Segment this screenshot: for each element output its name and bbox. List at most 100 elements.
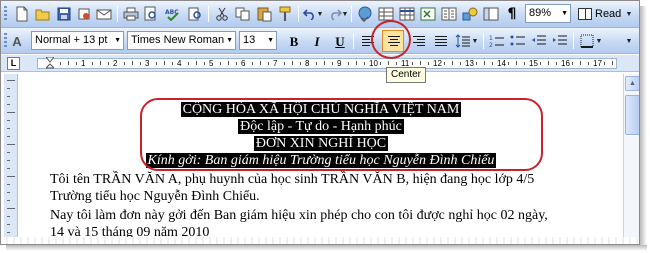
borders-icon[interactable]	[578, 32, 596, 50]
toolbar-grip[interactable]	[4, 6, 7, 22]
toolbar-options-icon[interactable]: ▼	[623, 32, 635, 50]
decrease-indent-icon[interactable]	[530, 32, 548, 50]
ruler-tick	[92, 62, 93, 65]
italic-button[interactable]: I	[308, 32, 326, 50]
hyperlink-icon[interactable]	[356, 5, 374, 23]
ruler-tick	[204, 62, 205, 65]
ruler-number: 8	[305, 59, 310, 68]
document-map-icon[interactable]	[482, 5, 500, 23]
new-doc-icon[interactable]	[13, 5, 31, 23]
ruler-tick	[572, 62, 573, 65]
ruler-tick	[7, 208, 15, 209]
ruler-tick	[7, 136, 10, 137]
body-line[interactable]: Nay tôi làm đơn này gởi đến Ban giám hiệ…	[50, 208, 548, 224]
show-hide-icon[interactable]: ¶	[503, 5, 521, 23]
spelling-icon[interactable]: ABC	[165, 5, 183, 23]
body-line[interactable]: Tôi tên TRẦN VĂN A, phụ huynh của học si…	[50, 172, 534, 188]
bold-button[interactable]: B	[285, 32, 303, 50]
ruler-tick	[356, 61, 357, 65]
ruler-number: 9	[337, 59, 342, 68]
align-right-icon[interactable]	[410, 32, 428, 50]
line-spacing-icon[interactable]	[454, 32, 472, 50]
ruler-tick	[380, 62, 381, 65]
print-icon[interactable]	[122, 5, 140, 23]
ruler-tick	[260, 61, 261, 65]
ruler-tick	[460, 62, 461, 65]
ruler-tick	[332, 62, 333, 65]
ruler-tick	[60, 62, 61, 65]
vertical-scrollbar[interactable]: ▲	[623, 74, 639, 244]
annotation-oval	[140, 98, 543, 171]
open-icon[interactable]	[34, 5, 52, 23]
ruler-tick	[132, 61, 133, 65]
save-icon[interactable]	[55, 5, 73, 23]
redo-dropdown-icon[interactable]: ▼	[341, 5, 349, 23]
line-spacing-dropdown-icon[interactable]: ▼	[471, 32, 479, 50]
scroll-up-icon[interactable]: ▲	[625, 76, 639, 91]
borders-dropdown-icon[interactable]: ▼	[595, 32, 603, 50]
ruler-tick	[364, 62, 365, 65]
print-preview-icon[interactable]	[142, 5, 160, 23]
toolbar-grip[interactable]	[4, 33, 7, 49]
ruler-tick	[604, 62, 605, 65]
ruler-tick	[428, 62, 429, 65]
ruler-number: 2	[113, 59, 118, 68]
permission-icon[interactable]	[75, 5, 93, 23]
ruler-tick	[172, 62, 173, 65]
ruler-number: 13	[465, 59, 474, 68]
paste-icon[interactable]	[255, 5, 273, 23]
toolbar-options-icon[interactable]: ▼	[623, 5, 635, 23]
font-combo[interactable]: Times New Roman ▼	[127, 31, 236, 50]
format-painter-icon[interactable]	[276, 5, 294, 23]
chevron-down-icon: ▼	[561, 10, 568, 17]
toolbar-separator	[351, 6, 352, 22]
font-size-value: 13	[243, 34, 256, 46]
justify-icon[interactable]	[432, 32, 450, 50]
bullets-icon[interactable]	[509, 32, 527, 50]
zoom-combo[interactable]: 89% ▼	[525, 4, 571, 23]
toolbar-separator	[208, 6, 209, 22]
ruler-tick	[580, 61, 581, 65]
svg-text:2: 2	[489, 42, 493, 48]
document-page[interactable]: CỘNG HÒA XÃ HỘI CHỦ NGHĨA VIỆT NAM Độc l…	[20, 74, 622, 244]
ruler-tick	[196, 61, 197, 65]
increase-indent-icon[interactable]	[551, 32, 569, 50]
ruler-tick	[508, 62, 509, 65]
research-icon[interactable]	[186, 5, 204, 23]
styles-formatting-icon[interactable]: A	[10, 32, 24, 50]
ruler-tick	[7, 224, 10, 225]
underline-button[interactable]: U	[331, 32, 349, 50]
insert-excel-icon[interactable]	[419, 5, 437, 23]
email-icon[interactable]	[95, 5, 113, 23]
body-line[interactable]: Trường tiểu học Nguyễn Đình Chiểu.	[50, 189, 260, 205]
ruler-tick	[7, 176, 15, 177]
indent-marker-icon[interactable]	[46, 57, 54, 71]
horizontal-ruler[interactable]: 1 2 3 4 5 6 7 8 9 10 11 12 13 14 15 16 17	[37, 58, 617, 69]
scroll-thumb[interactable]	[625, 95, 639, 135]
ruler-number: 6	[241, 59, 246, 68]
ruler-tick	[7, 160, 10, 161]
undo-dropdown-icon[interactable]: ▼	[316, 5, 324, 23]
drawing-icon[interactable]	[461, 5, 479, 23]
cut-icon[interactable]	[213, 5, 231, 23]
ruler-tick	[7, 200, 10, 201]
drop-shadow	[6, 245, 647, 251]
copy-icon[interactable]	[234, 5, 252, 23]
ruler-tick	[548, 61, 549, 65]
columns-icon[interactable]	[440, 5, 458, 23]
ruler-tick	[300, 62, 301, 65]
toolbar-separator	[483, 33, 484, 49]
tab-selector[interactable]: L	[7, 57, 20, 70]
word-window: ABC ▼ ▼ ¶ 89% ▼ Read ▼ A Normal + 13 pt …	[0, 0, 640, 245]
style-combo[interactable]: Normal + 13 pt ▼	[31, 31, 124, 50]
font-size-combo[interactable]: 13 ▼	[239, 31, 277, 50]
torn-edge	[1, 237, 639, 244]
insert-table-icon[interactable]	[398, 5, 416, 23]
numbering-icon[interactable]: 12	[488, 32, 506, 50]
ruler-number: 4	[177, 59, 182, 68]
ruler-tick	[140, 62, 141, 65]
ruler-tick	[252, 62, 253, 65]
read-button[interactable]: Read	[578, 5, 621, 23]
ruler-tick	[588, 62, 589, 65]
ruler-tick	[7, 184, 10, 185]
